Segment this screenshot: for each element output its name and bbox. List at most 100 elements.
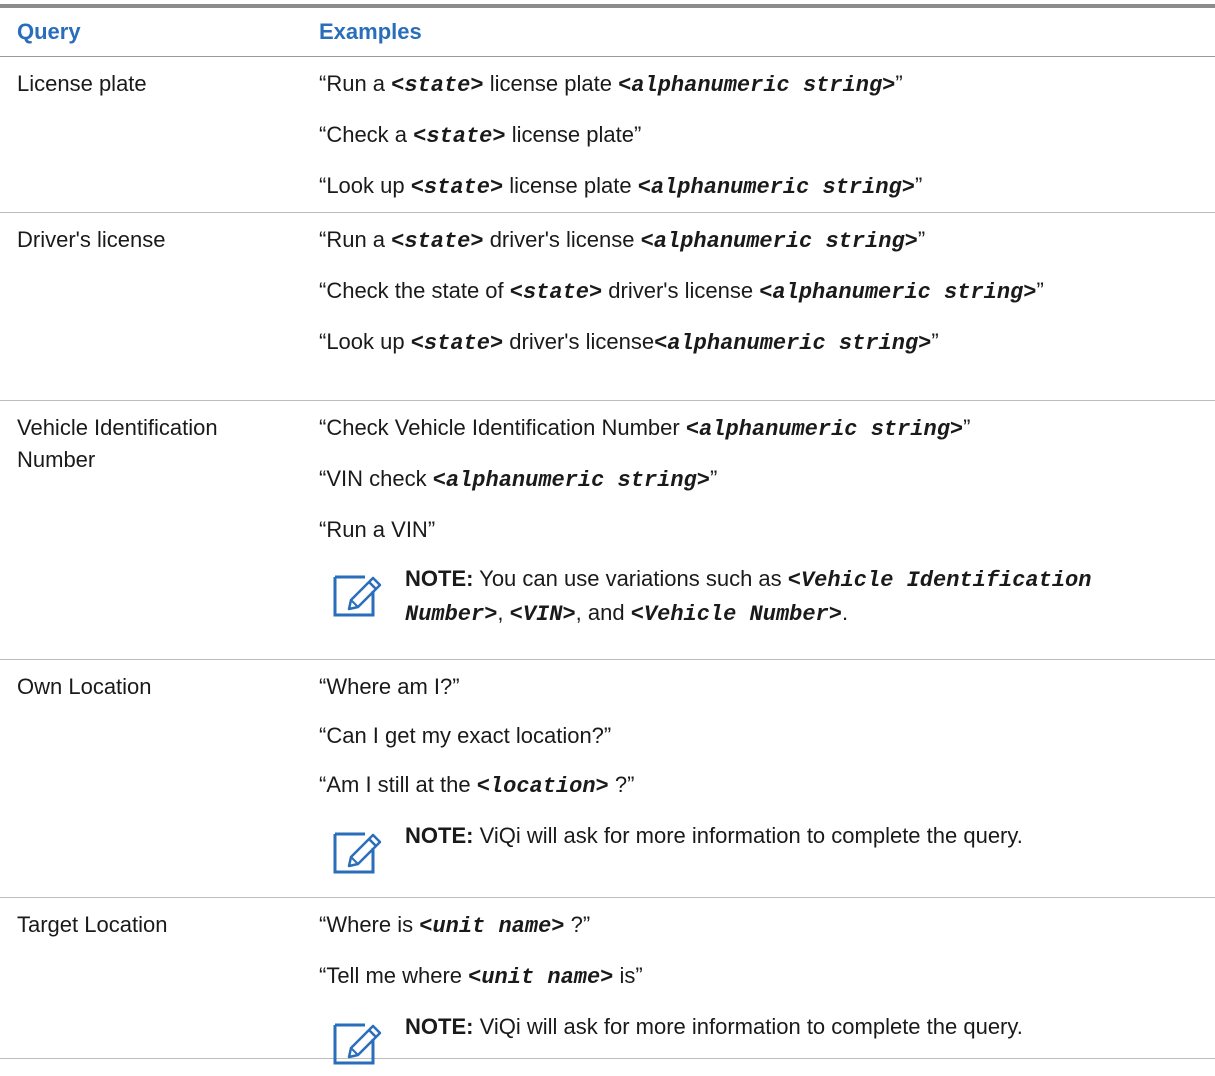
example-text: driver's license — [483, 227, 641, 252]
examples-cell: “Where is <unit name> ?” “Tell me where <… — [319, 898, 1215, 1071]
query-examples-table: Query Examples License plate “Run a <stat… — [0, 4, 1215, 1065]
examples-cell: “Run a <state> driver's license <alphanu… — [319, 213, 1215, 360]
note-label: NOTE: — [405, 566, 474, 591]
example-text: “Check the state of — [319, 278, 510, 303]
placeholder-token: <alphanumeric string> — [654, 331, 932, 356]
example-text: “Check a — [319, 122, 414, 147]
placeholder-token: <unit name> — [419, 914, 565, 939]
placeholder-token: <state> — [391, 229, 484, 254]
examples-cell: “Check Vehicle Identification Number <al… — [319, 401, 1215, 631]
query-cell: Target Location — [17, 912, 168, 937]
table-row: Own Location “Where am I?” “Can I get my e… — [0, 660, 1215, 898]
example-line: “Look up <state> driver's license<alphan… — [319, 326, 1215, 360]
placeholder-token: <state> — [410, 175, 504, 200]
note-body: . — [841, 600, 849, 625]
header-query: Query — [17, 19, 81, 44]
placeholder-token: <VIN> — [509, 602, 576, 627]
note-body: ViQi will ask for more information to co… — [473, 1014, 1023, 1039]
note-body: , and — [575, 600, 631, 625]
header-examples: Examples — [319, 19, 422, 44]
note-text: NOTE: ViQi will ask for more information… — [405, 820, 1195, 852]
example-text: “Tell me where — [319, 963, 469, 988]
table-row: License plate “Run a <state> license plat… — [0, 57, 1215, 213]
example-text: driver's license — [602, 278, 760, 303]
note-pencil-icon — [329, 826, 383, 880]
example-line: “Check the state of <state> driver's lic… — [319, 275, 1215, 309]
example-line: “VIN check <alphanumeric string>” — [319, 463, 1215, 497]
placeholder-token: <Vehicle Number> — [630, 602, 842, 627]
table-row: Target Location “Where is <unit name> ?” “… — [0, 898, 1215, 1065]
note-pencil-icon — [329, 569, 383, 623]
example-text: “Where is — [319, 912, 420, 937]
placeholder-token: <alphanumeric string> — [618, 73, 896, 98]
example-text: ?” — [608, 772, 635, 797]
example-line: “Am I still at the <location> ?” — [319, 769, 1215, 803]
example-line: “Look up <state> license plate <alphanum… — [319, 170, 1215, 204]
placeholder-token: <location> — [476, 774, 609, 799]
placeholder-token: <state> — [391, 73, 484, 98]
query-cell: License plate — [17, 71, 147, 96]
table-row: Vehicle Identification Number “Check Vehi… — [0, 401, 1215, 660]
placeholder-token: <alphanumeric string> — [640, 229, 918, 254]
examples-cell: “Run a <state> license plate <alphanumer… — [319, 57, 1215, 204]
example-line: “Run a <state> license plate <alphanumer… — [319, 68, 1215, 102]
example-text: “Run a VIN” — [319, 517, 436, 542]
note-body: ViQi will ask for more information to co… — [473, 823, 1023, 848]
example-line: “Tell me where <unit name> is” — [319, 960, 1215, 994]
placeholder-token: <unit name> — [468, 965, 614, 990]
query-cell: Own Location — [17, 674, 152, 699]
example-line: “Run a VIN” — [319, 514, 1215, 546]
example-text: ” — [917, 227, 926, 252]
query-cell: Vehicle Identification Number — [17, 415, 218, 472]
example-text: “Run a — [319, 71, 392, 96]
placeholder-token: <alphanumeric string> — [432, 468, 710, 493]
table-body: License plate “Run a <state> license plat… — [0, 57, 1215, 1065]
note-body: You can use variations such as — [473, 566, 788, 591]
example-line: “Can I get my exact location?” — [319, 720, 1215, 752]
note-block: NOTE: ViQi will ask for more information… — [329, 820, 1215, 880]
note-pencil-icon — [329, 1017, 383, 1071]
placeholder-token: <state> — [410, 331, 504, 356]
example-text: ?” — [564, 912, 591, 937]
example-text: license plate — [483, 71, 619, 96]
note-body: , — [497, 600, 510, 625]
note-block: NOTE: You can use variations such as <Ve… — [329, 563, 1215, 631]
placeholder-token: <state> — [509, 280, 603, 305]
note-text: NOTE: ViQi will ask for more information… — [405, 1011, 1195, 1043]
example-text: “Can I get my exact location?” — [319, 723, 612, 748]
example-text: ” — [1036, 278, 1044, 303]
placeholder-token: <alphanumeric string> — [637, 175, 915, 200]
example-text: “Am I still at the — [319, 772, 477, 797]
note-label: NOTE: — [405, 823, 474, 848]
example-text: “Look up — [319, 329, 411, 354]
example-text: ” — [931, 329, 939, 354]
examples-cell: “Where am I?” “Can I get my exact locatio… — [319, 660, 1215, 880]
example-text: “Check Vehicle Identification Number — [319, 415, 686, 440]
note-label: NOTE: — [405, 1014, 474, 1039]
example-text: ” — [914, 173, 923, 198]
example-line: “Run a <state> driver's license <alphanu… — [319, 224, 1215, 258]
placeholder-token: <alphanumeric string> — [759, 280, 1037, 305]
table-header: Query Examples — [0, 8, 1215, 57]
example-text: “Where am I?” — [319, 674, 460, 699]
example-line: “Check a <state> license plate” — [319, 119, 1215, 153]
note-block: NOTE: ViQi will ask for more information… — [329, 1011, 1215, 1071]
example-text: “VIN check — [319, 466, 433, 491]
example-text: driver's license — [503, 329, 655, 354]
example-text: ” — [895, 71, 903, 96]
placeholder-token: <alphanumeric string> — [685, 417, 964, 442]
example-text: is” — [613, 963, 643, 988]
example-line: “Check Vehicle Identification Number <al… — [319, 412, 1215, 446]
example-text: ” — [709, 466, 718, 491]
query-cell: Driver's license — [17, 227, 166, 252]
table-row: Driver's license “Run a <state> driver's … — [0, 213, 1215, 401]
example-text: “Look up — [319, 173, 411, 198]
placeholder-token: <state> — [413, 124, 506, 149]
example-line: “Where is <unit name> ?” — [319, 909, 1215, 943]
example-text: ” — [963, 415, 971, 440]
example-line: “Where am I?” — [319, 671, 1215, 703]
example-text: “Run a — [319, 227, 392, 252]
example-text: license plate” — [505, 122, 642, 147]
example-text: license plate — [503, 173, 638, 198]
note-text: NOTE: You can use variations such as <Ve… — [405, 563, 1195, 631]
